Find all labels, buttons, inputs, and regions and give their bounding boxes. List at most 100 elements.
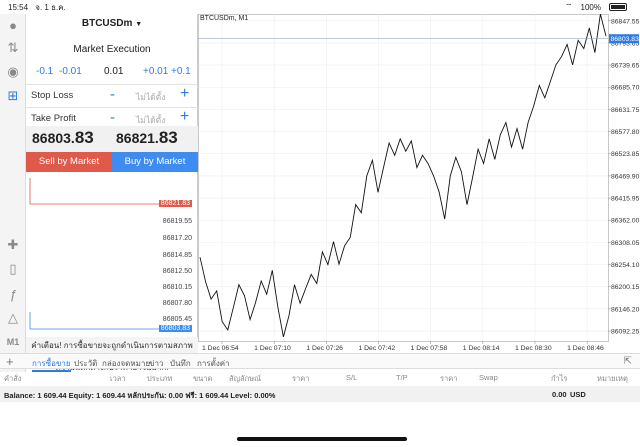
y-tick-label: 86469.90 bbox=[611, 173, 640, 180]
trade-table-header: คำสั่ง เวลา ประเภท ขนาด สัญลักษณ์ ราคา S… bbox=[0, 369, 640, 385]
add-icon[interactable]: + bbox=[6, 354, 14, 369]
balance-text: Balance: 1 609.44 Equity: 1 609.44 หลักป… bbox=[4, 391, 276, 400]
sell-price: 86803.83 bbox=[32, 128, 94, 148]
battery-icon bbox=[609, 3, 627, 11]
divider bbox=[26, 107, 198, 108]
col-price-current: ราคา bbox=[440, 374, 458, 383]
expand-icon[interactable]: ⇱ bbox=[624, 356, 632, 367]
status-left: 15:54 จ. 1 ธ.ค. bbox=[8, 1, 71, 14]
home-indicator bbox=[237, 437, 407, 441]
status-time: 15:54 bbox=[8, 2, 29, 12]
take-profit-label: Take Profit bbox=[31, 113, 76, 124]
ladder-tick: 86814.85 bbox=[162, 252, 192, 259]
left-toolbar: ● ⇅ ◉ ⊞ ✚ ▯ ƒ △ M1 bbox=[0, 14, 26, 372]
balance-bar: Balance: 1 609.44 Equity: 1 609.44 หลักป… bbox=[0, 386, 640, 402]
symbol-selector[interactable]: BTCUSDm ▼ bbox=[26, 18, 198, 29]
x-tick-label: 1 Dec 07:10 bbox=[254, 345, 291, 352]
col-time: เวลา bbox=[110, 374, 126, 383]
ladder-tick: 86812.50 bbox=[162, 268, 192, 275]
x-tick-label: 1 Dec 07:58 bbox=[411, 345, 448, 352]
col-price: ราคา bbox=[292, 374, 310, 383]
current-price-tag: 86803.83 bbox=[611, 36, 640, 43]
sell-price-head: 86803. bbox=[32, 130, 75, 146]
price-chart[interactable]: 86847.55 86793.65 86739.65 86685.70 86631.75… bbox=[198, 14, 640, 353]
bid-price-tag: 86803.83 bbox=[158, 325, 192, 332]
status-right: ⌔ 100% bbox=[565, 2, 632, 12]
stop-loss-label: Stop Loss bbox=[31, 90, 74, 101]
col-symbol: สัญลักษณ์ bbox=[229, 374, 262, 383]
indicator-icon[interactable]: ƒ bbox=[5, 286, 21, 302]
ladder-tick: 86807.80 bbox=[162, 300, 192, 307]
ladder-tick: 86805.45 bbox=[162, 316, 192, 323]
chart-svg[interactable]: 86847.5586793.6586739.6586685.7086631.75… bbox=[198, 14, 640, 353]
take-profit-input[interactable]: ไม่ได้ตั้ง bbox=[136, 113, 165, 127]
stop-loss-minus-button[interactable]: - bbox=[110, 86, 115, 103]
x-tick-label: 1 Dec 07:26 bbox=[306, 345, 343, 352]
stop-loss-input[interactable]: ไม่ได้ตั้ง bbox=[136, 90, 165, 104]
trade-arrows-icon[interactable]: ⇅ bbox=[5, 40, 21, 56]
buy-price-head: 86821. bbox=[116, 130, 159, 146]
col-profit: กำไร bbox=[551, 374, 568, 383]
symbol-label: BTCUSDm bbox=[81, 18, 133, 29]
col-order: คำสั่ง bbox=[4, 374, 22, 383]
col-sl: S/L bbox=[346, 373, 358, 382]
y-tick-label: 86739.65 bbox=[611, 63, 640, 70]
bottom-tab-bar: + การซื้อขาย ประวัติ กล่องจดหมาย ข่าว บั… bbox=[0, 353, 640, 372]
order-panel: BTCUSDm ▼ Market Execution -0.1 -0.01 0.… bbox=[26, 14, 198, 372]
price-ladder: 86821.83 86819.55 86817.20 86814.85 8681… bbox=[26, 176, 198, 352]
stop-loss-plus-button[interactable]: + bbox=[180, 85, 189, 103]
buy-price-tail: 83 bbox=[158, 128, 178, 147]
account-icon[interactable]: ● bbox=[5, 17, 21, 33]
ladder-tick: 86810.15 bbox=[162, 284, 192, 291]
col-comment: หมายเหตุ bbox=[597, 374, 628, 383]
y-tick-label: 86847.55 bbox=[611, 18, 640, 25]
profit-currency: USD bbox=[570, 390, 586, 399]
y-tick-label: 86092.25 bbox=[611, 329, 640, 336]
volume-plus-01-button[interactable]: +0.1 bbox=[171, 66, 191, 77]
new-order-icon[interactable]: ⊞ bbox=[5, 88, 21, 104]
x-tick-label: 1 Dec 06:54 bbox=[202, 345, 239, 352]
y-tick-label: 86200.15 bbox=[611, 284, 640, 291]
y-tick-label: 86254.10 bbox=[611, 262, 640, 269]
volume-row: -0.1 -0.01 0.01 +0.01 +0.1 bbox=[26, 66, 198, 80]
col-type: ประเภท bbox=[147, 374, 173, 383]
total-profit: 0.00 bbox=[552, 390, 567, 399]
y-tick-label: 86308.05 bbox=[611, 240, 640, 247]
crosshair-icon[interactable]: ✚ bbox=[5, 237, 21, 253]
battery-percent: 100% bbox=[580, 2, 601, 12]
x-tick-label: 1 Dec 07:42 bbox=[358, 345, 395, 352]
col-size: ขนาด bbox=[193, 374, 213, 383]
candlestick-icon[interactable]: ▯ bbox=[5, 261, 21, 277]
volume-plus-001-button[interactable]: +0.01 bbox=[143, 66, 168, 77]
execution-type[interactable]: Market Execution bbox=[26, 44, 198, 55]
col-tp: T/P bbox=[396, 373, 408, 382]
ladder-tick: 86817.20 bbox=[162, 235, 192, 242]
chat-icon[interactable]: ◉ bbox=[5, 64, 21, 80]
take-profit-plus-button[interactable]: + bbox=[180, 108, 189, 126]
x-tick-label: 1 Dec 08:14 bbox=[463, 345, 500, 352]
status-date: จ. 1 ธ.ค. bbox=[35, 2, 66, 12]
volume-minus-01-button[interactable]: -0.1 bbox=[36, 66, 53, 77]
stop-loss-row: Stop Loss - ไม่ได้ตั้ง + bbox=[26, 85, 198, 106]
buy-by-market-button[interactable]: Buy by Market bbox=[112, 152, 198, 172]
buy-price: 86821.83 bbox=[116, 128, 178, 148]
y-tick-label: 86523.85 bbox=[611, 151, 640, 158]
x-tick-label: 1 Dec 08:46 bbox=[567, 345, 604, 352]
divider bbox=[26, 84, 198, 85]
take-profit-minus-button[interactable]: - bbox=[110, 109, 115, 126]
chevron-down-icon: ▼ bbox=[135, 21, 143, 28]
ask-price-tag: 86821.83 bbox=[158, 200, 192, 207]
volume-input[interactable]: 0.01 bbox=[104, 66, 123, 77]
chart-title: BTCUSDm, M1 bbox=[200, 15, 249, 22]
col-swap: Swap bbox=[479, 373, 498, 382]
objects-icon[interactable]: △ bbox=[5, 310, 21, 326]
sell-price-tail: 83 bbox=[74, 128, 94, 147]
y-tick-label: 86362.00 bbox=[611, 218, 640, 225]
plot-frame bbox=[198, 14, 609, 342]
sell-by-market-button[interactable]: Sell by Market bbox=[26, 152, 112, 172]
volume-minus-001-button[interactable]: -0.01 bbox=[59, 66, 82, 77]
timeframe-m1-icon[interactable]: M1 bbox=[5, 334, 21, 350]
ladder-tick: 86819.55 bbox=[162, 218, 192, 225]
x-tick-label: 1 Dec 08:30 bbox=[515, 345, 552, 352]
y-tick-label: 86577.80 bbox=[611, 129, 640, 136]
